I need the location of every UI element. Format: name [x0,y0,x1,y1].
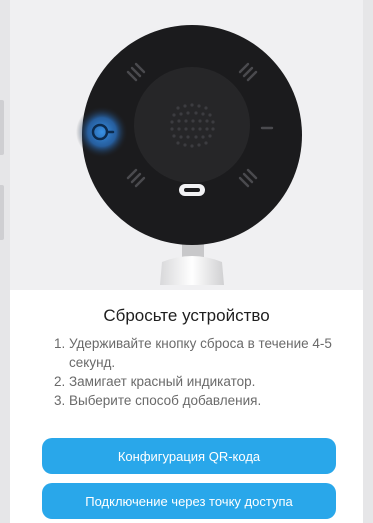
camera-face [134,67,250,183]
usb-port-icon [179,184,205,196]
qr-config-button[interactable]: Конфигурация QR-кода [42,438,336,474]
step-text: Выберите способ добавления. [69,393,262,408]
step-text: Замигает красный индикатор. [69,374,256,389]
side-button [0,100,4,155]
camera-image [76,25,302,285]
reset-device-screen: Сбросьте устройство 1. Удерживайте кнопк… [10,0,363,523]
list-item: 2. Замигает красный индикатор. [54,374,256,389]
side-button [0,185,4,240]
list-item: 3. Выберите способ добавления. [54,393,262,408]
reset-button-icon [76,106,128,158]
camera-illustration [10,0,363,290]
ap-connect-button[interactable]: Подключение через точку доступа [42,483,336,519]
device-bezel-right [363,0,373,523]
page-title: Сбросьте устройство [103,306,270,325]
device-bezel-left [0,0,10,523]
list-item: 1. Удерживайте кнопку сброса в течение 4… [54,336,332,370]
instruction-list: 1. Удерживайте кнопку сброса в течение 4… [54,334,344,410]
step-text: Удерживайте кнопку сброса в течение 4-5 … [69,336,332,370]
